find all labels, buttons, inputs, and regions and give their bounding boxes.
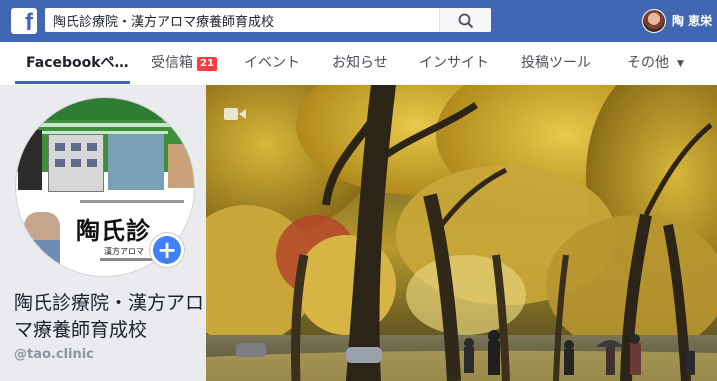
facebook-logo-icon[interactable]: f — [11, 8, 37, 34]
cover-photo[interactable] — [206, 85, 717, 381]
clinic-interior-photo — [108, 134, 164, 190]
page-title[interactable]: 陶氏診療院・漢方アロマ療養師育成校 — [14, 290, 204, 344]
search-box — [45, 8, 491, 32]
active-tab-indicator — [15, 81, 130, 84]
clinic-building-photo — [48, 134, 104, 192]
tab-label: インサイト — [419, 55, 489, 71]
tab-label: 受信箱 — [151, 55, 193, 71]
caret-down-icon: ▼ — [677, 59, 684, 69]
window — [87, 143, 97, 151]
clinic-interior-photo — [168, 144, 194, 188]
tab-events[interactable]: イベント — [244, 42, 300, 85]
window — [71, 143, 81, 151]
window — [71, 159, 81, 167]
tab-page[interactable]: Facebookペ… — [26, 42, 129, 85]
tab-label: お知らせ — [332, 55, 388, 71]
search-input[interactable] — [53, 8, 443, 32]
tab-label: イベント — [244, 55, 300, 71]
profile-photo-text-line — [80, 200, 184, 203]
top-navigation-bar: f 陶 恵栄 — [0, 0, 717, 42]
profile-photo-text-line — [28, 123, 178, 127]
window — [55, 159, 65, 167]
search-icon — [458, 13, 474, 29]
ginkgo-avenue-illustration — [206, 85, 717, 381]
tab-insights[interactable]: インサイト — [419, 42, 489, 85]
profile-photo-text-line — [100, 258, 160, 261]
search-button[interactable] — [439, 8, 491, 32]
profile-photo-header — [16, 98, 194, 120]
page-username[interactable]: @tao.clinic — [14, 347, 94, 362]
user-name: 陶 恵栄 — [672, 14, 713, 28]
tab-label: その他 — [627, 55, 669, 71]
tab-publishing-tools[interactable]: 投稿ツール — [521, 42, 591, 85]
user-avatar — [642, 9, 666, 33]
update-profile-picture-button[interactable]: + — [150, 233, 184, 267]
window — [55, 143, 65, 151]
unread-count-badge: 21 — [197, 57, 217, 71]
tab-more[interactable]: その他 ▼ — [627, 42, 684, 85]
window — [87, 159, 97, 167]
profile-photo-side-sign — [18, 130, 42, 190]
profile-column: 陶氏診 漢方アロマ + 陶氏診療院・漢方アロマ療養師育成校 @tao.clini… — [0, 85, 206, 381]
tab-notifications[interactable]: お知らせ — [332, 42, 388, 85]
clinic-sign-subtext: 漢方アロマ — [104, 247, 144, 256]
tab-inbox[interactable]: 受信箱 21 — [151, 42, 217, 85]
doctor-portrait-shirt — [24, 240, 60, 270]
clinic-sign-text: 陶氏診 — [76, 216, 151, 245]
page-tabs: Facebookペ… 受信箱 21 イベント お知らせ インサイト 投稿ツール そ… — [0, 42, 717, 86]
tab-label: Facebookペ… — [26, 55, 129, 71]
plus-icon: + — [153, 236, 181, 264]
tab-label: 投稿ツール — [521, 55, 591, 71]
